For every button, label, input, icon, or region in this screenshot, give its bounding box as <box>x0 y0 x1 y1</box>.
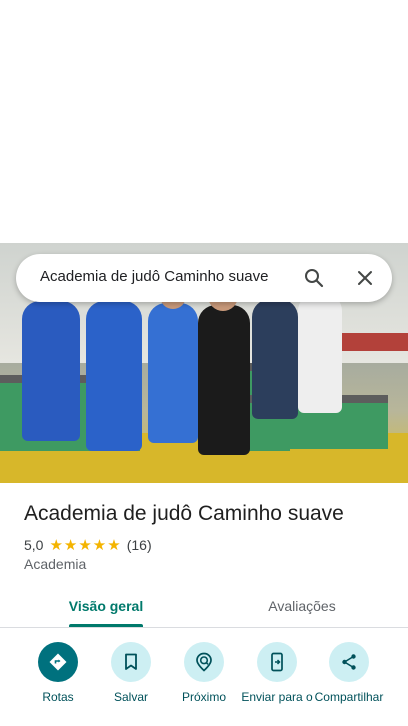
photo-person <box>252 299 298 419</box>
photo-person <box>86 301 142 451</box>
photo-person <box>148 303 198 443</box>
share-label: Compartilhar <box>314 690 384 704</box>
tab-reviews[interactable]: Avaliações <box>250 585 354 627</box>
rating-stars: ★★★★★ <box>49 537 122 554</box>
directions-label: Rotas <box>42 690 74 704</box>
photo-person <box>22 301 80 441</box>
share-icon[interactable] <box>329 642 369 682</box>
search-bar[interactable]: Academia de judô Caminho suave <box>16 254 392 302</box>
nearby-label: Próximo <box>181 690 226 704</box>
review-count: (16) <box>126 537 152 553</box>
close-icon[interactable] <box>353 266 377 290</box>
tab-selected-indicator <box>69 624 143 627</box>
nearby-button[interactable]: Próximo <box>164 642 244 704</box>
search-icon[interactable] <box>302 266 326 290</box>
tab-overview[interactable]: Visão geral <box>54 585 158 627</box>
place-category: Academia <box>24 556 87 572</box>
tab-bar: Visão geral Avaliações <box>0 585 408 628</box>
map-area[interactable] <box>0 0 408 243</box>
send-to-phone-button[interactable]: Enviar para o <box>237 642 317 704</box>
place-title: Academia de judô Caminho suave <box>24 502 344 525</box>
photo-person <box>198 305 250 455</box>
rating-row[interactable]: 5,0 ★★★★★ (16) <box>24 536 152 554</box>
send-to-phone-icon[interactable] <box>257 642 297 682</box>
save-button[interactable]: Salvar <box>91 642 171 704</box>
search-query[interactable]: Academia de judô Caminho suave <box>40 268 268 285</box>
share-button[interactable]: Compartilhar <box>309 642 389 704</box>
rating-value: 5,0 <box>24 537 44 553</box>
save-label: Salvar <box>113 690 148 704</box>
send-to-phone-label: Enviar para o <box>241 690 313 704</box>
bookmark-icon[interactable] <box>111 642 151 682</box>
nearby-icon[interactable] <box>184 642 224 682</box>
directions-button[interactable]: Rotas <box>18 642 98 704</box>
directions-icon[interactable] <box>38 642 78 682</box>
photo-person <box>298 293 342 413</box>
